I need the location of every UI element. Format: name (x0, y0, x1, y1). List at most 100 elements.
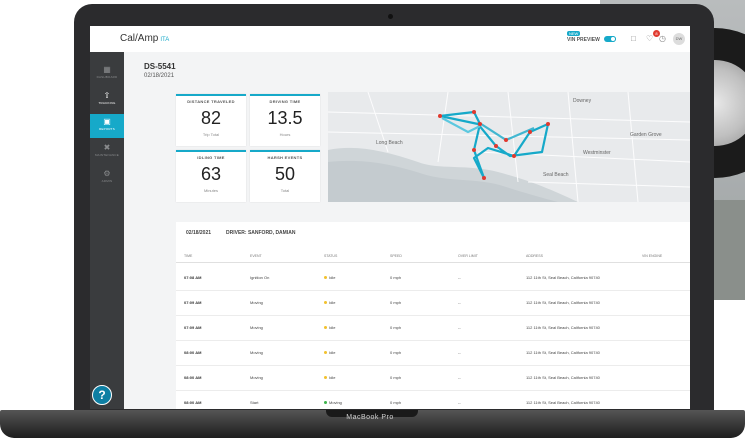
trip-id: DS-5541 (144, 62, 176, 71)
cell-speed: 0 mph (390, 400, 402, 405)
log-driver: DRIVER: SANFORD, DAMIAN (226, 230, 296, 236)
cell-address: 112 11th St, Seal Beach, California 9074… (526, 275, 600, 280)
table-row[interactable]: 07:08 AM Ignition On Idle 0 mph -- 112 11th S… (176, 266, 690, 291)
cell-speed: 0 mph (390, 325, 402, 330)
table-row[interactable]: 08:00 AM Moving Idle 0 mph -- 112 11th St, Se… (176, 341, 690, 366)
chat-icon[interactable]: □ (631, 34, 636, 43)
status-dot-icon (324, 326, 327, 330)
cell-event: Start (250, 400, 259, 405)
cell-event: Moving (250, 350, 263, 355)
column-header-vin-engine[interactable]: VIN ENGINE (642, 254, 662, 258)
map-label-downey: Downey (573, 98, 592, 104)
column-header-speed[interactable]: SPEED (390, 254, 402, 258)
column-header-status[interactable]: STATUS (324, 254, 337, 258)
cell-status: Idle (324, 375, 335, 380)
status-dot-icon (324, 301, 327, 305)
logo-sub-text: ITA (160, 37, 170, 43)
laptop-screen: Cal/Amp ITA NEW VIN PREVIEW □ ♡ 8 ◷ DW ▦ … (90, 26, 690, 409)
cell-time: 07:08 AM (184, 275, 202, 280)
sidebar-item-dashboard[interactable]: ▦ DASHBOARD (90, 62, 124, 86)
webcam (388, 14, 393, 19)
trip-map[interactable]: Long Beach Garden Grove Downey Westminst… (328, 92, 690, 202)
table-row[interactable]: 08:00 AM Moving Idle 0 mph -- 112 11th St, Se… (176, 366, 690, 391)
map-stop-marker (504, 138, 508, 142)
new-badge: NEW (567, 31, 581, 36)
cell-speed: 0 mph (390, 375, 402, 380)
log-date: 02/18/2021 (186, 230, 212, 236)
status-dot-icon (324, 276, 327, 280)
bell-icon[interactable]: ♡ (646, 34, 653, 43)
cell-over-limit: -- (458, 275, 461, 280)
map-label-seal-beach: Seal Beach (543, 172, 569, 178)
map-label-westminster: Westminster (583, 150, 611, 156)
sidebar-item-admin[interactable]: ⚙ ADMIN (90, 166, 124, 190)
sidebar-item-reports[interactable]: ▣ REPORTS (90, 114, 124, 138)
map-stop-marker (472, 110, 476, 114)
vin-preview-label: VIN PREVIEW (567, 37, 600, 43)
cell-status: Idle (324, 275, 335, 280)
logo-text: Cal/Amp (120, 33, 159, 44)
map-stop-marker (482, 176, 486, 180)
sidebar: ▦ DASHBOARD ⇧ TRACKING ▣ REPORTS ✖ MAINT… (90, 52, 124, 409)
cell-over-limit: -- (458, 350, 461, 355)
cell-time: 08:00 AM (184, 375, 202, 380)
map-stop-marker (472, 148, 476, 152)
map-graphic (328, 92, 690, 202)
status-dot-icon (324, 401, 327, 405)
cell-over-limit: -- (458, 400, 461, 405)
stat-harsh-events: HARSH EVENTS 50 Total (250, 150, 320, 202)
map-label-long-beach: Long Beach (376, 140, 403, 146)
help-button[interactable]: ? (92, 385, 112, 405)
vin-preview-toggle[interactable] (604, 36, 616, 42)
map-stop-marker (528, 130, 532, 134)
map-stop-marker (478, 122, 482, 126)
stat-driving-time: DRIVING TIME 13.5 Hours (250, 94, 320, 146)
map-label-garden-grove: Garden Grove (630, 132, 662, 138)
cell-event: Ignition On (250, 275, 270, 280)
cell-address: 112 11th St, Seal Beach, California 9074… (526, 400, 600, 405)
table-row[interactable]: 07:09 AM Moving Idle 0 mph -- 112 11th St, Se… (176, 291, 690, 316)
stat-idling-time: IDLING TIME 63 Minutes (176, 150, 246, 202)
column-header-address[interactable]: ADDRESS (526, 254, 543, 258)
cell-status: Idle (324, 325, 335, 330)
map-stop-marker (438, 114, 442, 118)
cell-address: 112 11th St, Seal Beach, California 9074… (526, 300, 600, 305)
cell-time: 07:09 AM (184, 325, 202, 330)
cell-address: 112 11th St, Seal Beach, California 9074… (526, 325, 600, 330)
cell-status: Idle (324, 350, 335, 355)
map-stop-marker (494, 144, 498, 148)
cell-over-limit: -- (458, 300, 461, 305)
cell-status: Idle (324, 300, 335, 305)
map-stop-marker (546, 122, 550, 126)
cell-over-limit: -- (458, 325, 461, 330)
cell-time: 08:00 AM (184, 350, 202, 355)
cell-speed: 0 mph (390, 350, 402, 355)
trip-date: 02/18/2021 (144, 73, 175, 79)
cell-over-limit: -- (458, 375, 461, 380)
calamp-logo[interactable]: Cal/Amp ITA (120, 33, 169, 44)
column-header-over-limit[interactable]: OVER LIMIT (458, 254, 478, 258)
table-header: TIME EVENT STATUS SPEED OVER LIMIT ADDRE… (176, 252, 690, 263)
table-row[interactable]: 08:00 AM Start Moving 0 mph -- 112 11th St, S… (176, 391, 690, 409)
table-row[interactable]: 07:09 AM Moving Idle 0 mph -- 112 11th St, Se… (176, 316, 690, 341)
stat-distance-traveled: DISTANCE TRAVELED 82 Trip Total (176, 94, 246, 146)
grid-icon: ▦ (103, 65, 111, 74)
cell-time: 08:00 AM (184, 400, 202, 405)
app-header: Cal/Amp ITA NEW VIN PREVIEW □ ♡ 8 ◷ DW (90, 26, 690, 53)
cell-status: Moving (324, 400, 342, 405)
tools-icon: ✖ (103, 143, 111, 152)
column-header-time[interactable]: TIME (184, 254, 192, 258)
clock-icon[interactable]: ◷ (659, 34, 666, 43)
sidebar-item-tracking[interactable]: ⇧ TRACKING (90, 88, 124, 112)
cell-speed: 0 mph (390, 300, 402, 305)
status-dot-icon (324, 351, 327, 355)
user-avatar[interactable]: DW (673, 33, 685, 45)
column-header-event[interactable]: EVENT (250, 254, 262, 258)
cell-event: Moving (250, 375, 263, 380)
car-icon: ▣ (103, 117, 111, 126)
sidebar-item-maintenance[interactable]: ✖ MAINTENANCE (90, 140, 124, 164)
laptop-brand-label: MacBook Pro (346, 414, 394, 421)
cell-event: Moving (250, 300, 263, 305)
cell-address: 112 11th St, Seal Beach, California 9074… (526, 375, 600, 380)
cell-speed: 0 mph (390, 275, 402, 280)
